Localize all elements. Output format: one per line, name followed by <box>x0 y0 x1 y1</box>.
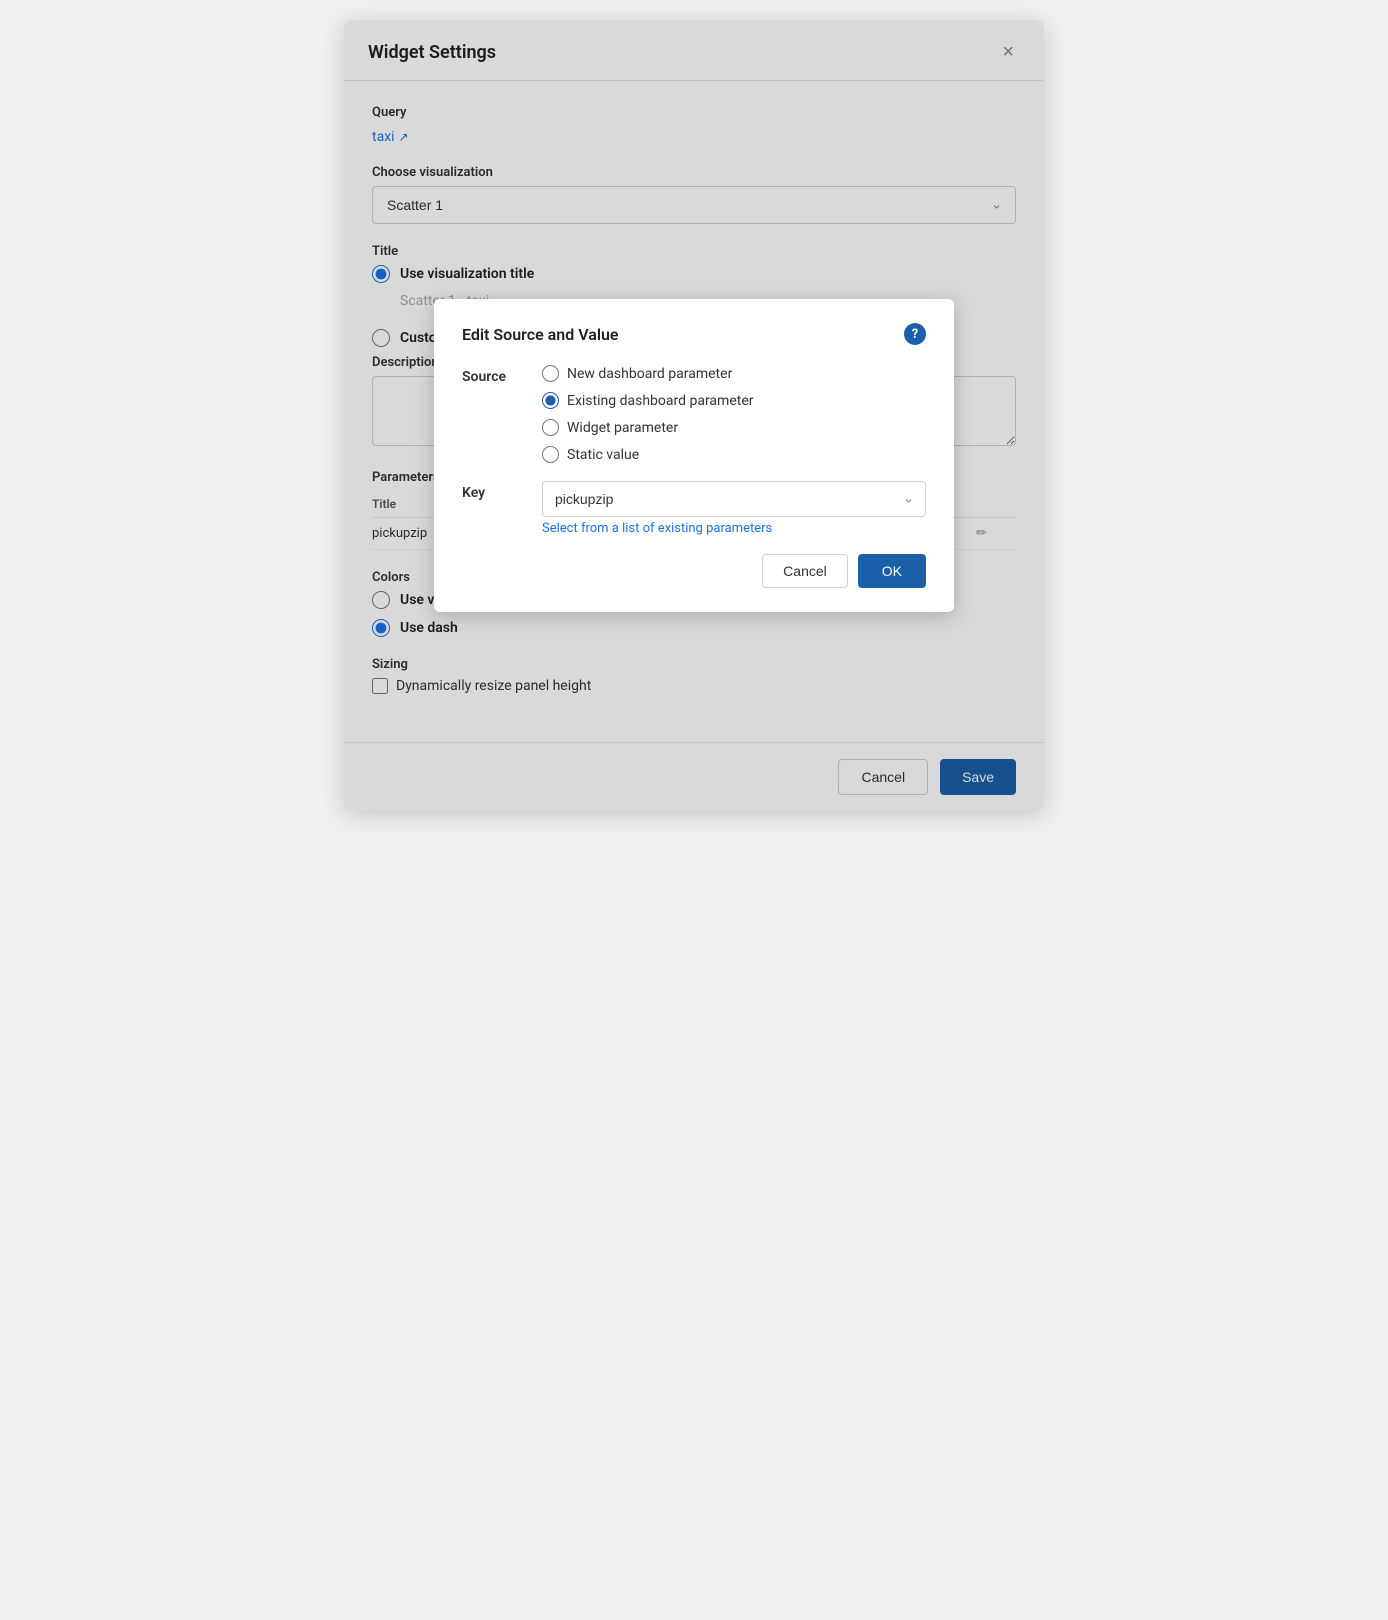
existing-dashboard-param-option[interactable]: Existing dashboard parameter <box>542 392 753 409</box>
widget-param-option[interactable]: Widget parameter <box>542 419 753 436</box>
widget-settings-modal: Widget Settings × Query taxi ↗ Choose vi… <box>344 20 1044 811</box>
widget-param-radio[interactable] <box>542 419 559 436</box>
inner-cancel-button[interactable]: Cancel <box>762 554 848 588</box>
existing-dashboard-param-radio[interactable] <box>542 392 559 409</box>
widget-param-label: Widget parameter <box>567 420 678 436</box>
inner-dialog-header: Edit Source and Value ? <box>462 323 926 345</box>
existing-dashboard-param-label: Existing dashboard parameter <box>567 393 753 409</box>
key-select[interactable]: pickupzip dropoffzip <box>542 481 926 517</box>
inner-dialog: Edit Source and Value ? Source New dashb… <box>434 299 954 612</box>
key-label: Key <box>462 481 522 501</box>
new-dashboard-param-label: New dashboard parameter <box>567 366 732 382</box>
new-dashboard-param-radio[interactable] <box>542 365 559 382</box>
source-row: Source New dashboard parameter Existing … <box>462 365 926 463</box>
source-radio-group: New dashboard parameter Existing dashboa… <box>542 365 753 463</box>
static-value-option[interactable]: Static value <box>542 446 753 463</box>
inner-ok-button[interactable]: OK <box>858 554 926 588</box>
inner-dialog-overlay: Edit Source and Value ? Source New dashb… <box>344 20 1044 811</box>
static-value-label: Static value <box>567 447 639 463</box>
new-dashboard-param-option[interactable]: New dashboard parameter <box>542 365 753 382</box>
key-select-wrapper: pickupzip dropoffzip ⌄ <box>542 481 926 517</box>
key-row: Key pickupzip dropoffzip ⌄ <box>462 481 926 517</box>
source-label: Source <box>462 365 522 385</box>
help-icon[interactable]: ? <box>904 323 926 345</box>
static-value-radio[interactable] <box>542 446 559 463</box>
key-hint: Select from a list of existing parameter… <box>542 521 926 536</box>
inner-dialog-title: Edit Source and Value <box>462 325 619 344</box>
inner-dialog-footer: Cancel OK <box>462 554 926 588</box>
